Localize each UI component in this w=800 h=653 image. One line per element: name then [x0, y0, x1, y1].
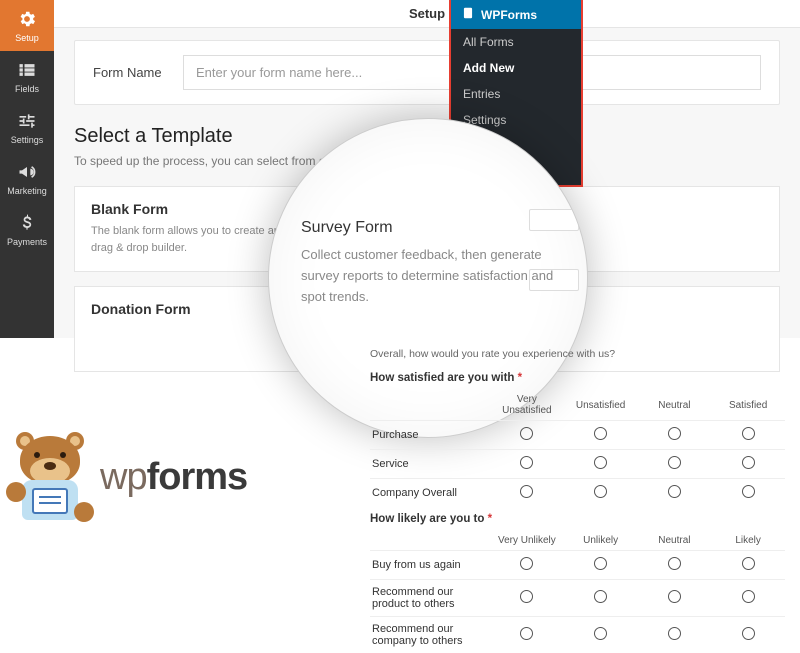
survey-question: Overall, how would you rate you experien…: [370, 344, 785, 366]
likert-col: Unlikely: [564, 531, 638, 551]
wpforms-logo-text: wpforms: [100, 456, 247, 499]
wp-menu-all-forms[interactable]: All Forms: [451, 29, 581, 55]
likert-table-likely: Very Unlikely Unlikely Neutral Likely Bu…: [370, 531, 785, 653]
likert-title-satisfied: How satisfied are you with *: [370, 366, 785, 390]
radio-input[interactable]: [742, 485, 755, 498]
required-asterisk: *: [488, 513, 492, 525]
radio-input[interactable]: [742, 427, 755, 440]
likert-title-likely: How likely are you to *: [370, 507, 785, 531]
radio-input[interactable]: [742, 590, 755, 603]
wp-menu-add-new[interactable]: Add New: [451, 55, 581, 81]
radio-input[interactable]: [520, 485, 533, 498]
form-name-row: Form Name: [74, 40, 780, 105]
likert-col: Likely: [711, 531, 785, 551]
gear-icon: [16, 8, 38, 30]
radio-input[interactable]: [594, 485, 607, 498]
radio-input[interactable]: [594, 456, 607, 469]
survey-preview: Overall, how would you rate you experien…: [360, 338, 795, 600]
nav-fields[interactable]: Fields: [0, 51, 54, 102]
page-title: Setup: [409, 6, 445, 21]
nav-settings[interactable]: Settings: [0, 102, 54, 153]
radio-input[interactable]: [668, 427, 681, 440]
wp-menu-wpforms[interactable]: WPForms: [451, 0, 581, 29]
likert-col: Unsatisfied: [564, 390, 638, 421]
wp-menu-entries[interactable]: Entries: [451, 81, 581, 107]
likert-row: Recommend our product to others: [370, 580, 785, 617]
radio-input[interactable]: [520, 627, 533, 640]
radio-input[interactable]: [520, 590, 533, 603]
nav-label: Payments: [7, 237, 47, 247]
radio-input[interactable]: [668, 557, 681, 570]
radio-input[interactable]: [520, 456, 533, 469]
likert-row: Purchase: [370, 421, 785, 450]
likert-col: Satisfied: [711, 390, 785, 421]
radio-input[interactable]: [668, 485, 681, 498]
nav-label: Fields: [15, 84, 39, 94]
zoom-template-desc: Collect customer feedback, then generate…: [301, 245, 555, 307]
zoom-template-name: Survey Form: [301, 219, 555, 237]
likert-col: Neutral: [638, 390, 712, 421]
likert-row: Company Overall: [370, 479, 785, 508]
nav-marketing[interactable]: Marketing: [0, 153, 54, 204]
likert-row: Buy from us again: [370, 551, 785, 580]
likert-col: Neutral: [638, 531, 712, 551]
radio-input[interactable]: [594, 590, 607, 603]
builder-titlebar: Setup: [54, 0, 800, 28]
radio-input[interactable]: [742, 456, 755, 469]
list-icon: [16, 59, 38, 81]
likert-row: Recommend our company to others: [370, 617, 785, 653]
radio-input[interactable]: [594, 627, 607, 640]
radio-input[interactable]: [742, 557, 755, 570]
nav-label: Setup: [15, 33, 39, 43]
nav-label: Settings: [11, 135, 44, 145]
bullhorn-icon: [16, 161, 38, 183]
likert-table-satisfied: Very Unsatisfied Unsatisfied Neutral Sat…: [370, 390, 785, 507]
likert-row: Service: [370, 450, 785, 479]
radio-input[interactable]: [668, 590, 681, 603]
wpforms-brand: wpforms: [10, 432, 247, 522]
required-asterisk: *: [518, 372, 522, 384]
nav-payments[interactable]: Payments: [0, 204, 54, 255]
likert-col: Very Unlikely: [490, 531, 564, 551]
dollar-icon: [16, 212, 38, 234]
builder-sidebar: Setup Fields Settings Marketing Payments: [0, 0, 54, 338]
wp-menu-head-label: WPForms: [481, 8, 537, 22]
radio-input[interactable]: [594, 557, 607, 570]
nav-label: Marketing: [7, 186, 47, 196]
clipboard-icon: [461, 6, 475, 23]
radio-input[interactable]: [520, 427, 533, 440]
nav-setup[interactable]: Setup: [0, 0, 54, 51]
wpforms-mascot-icon: [10, 432, 90, 522]
radio-input[interactable]: [668, 627, 681, 640]
sliders-icon: [16, 110, 38, 132]
radio-input[interactable]: [520, 557, 533, 570]
likert-col: Very Unsatisfied: [490, 390, 564, 421]
radio-input[interactable]: [742, 627, 755, 640]
form-name-label: Form Name: [93, 65, 183, 80]
radio-input[interactable]: [594, 427, 607, 440]
radio-input[interactable]: [668, 456, 681, 469]
